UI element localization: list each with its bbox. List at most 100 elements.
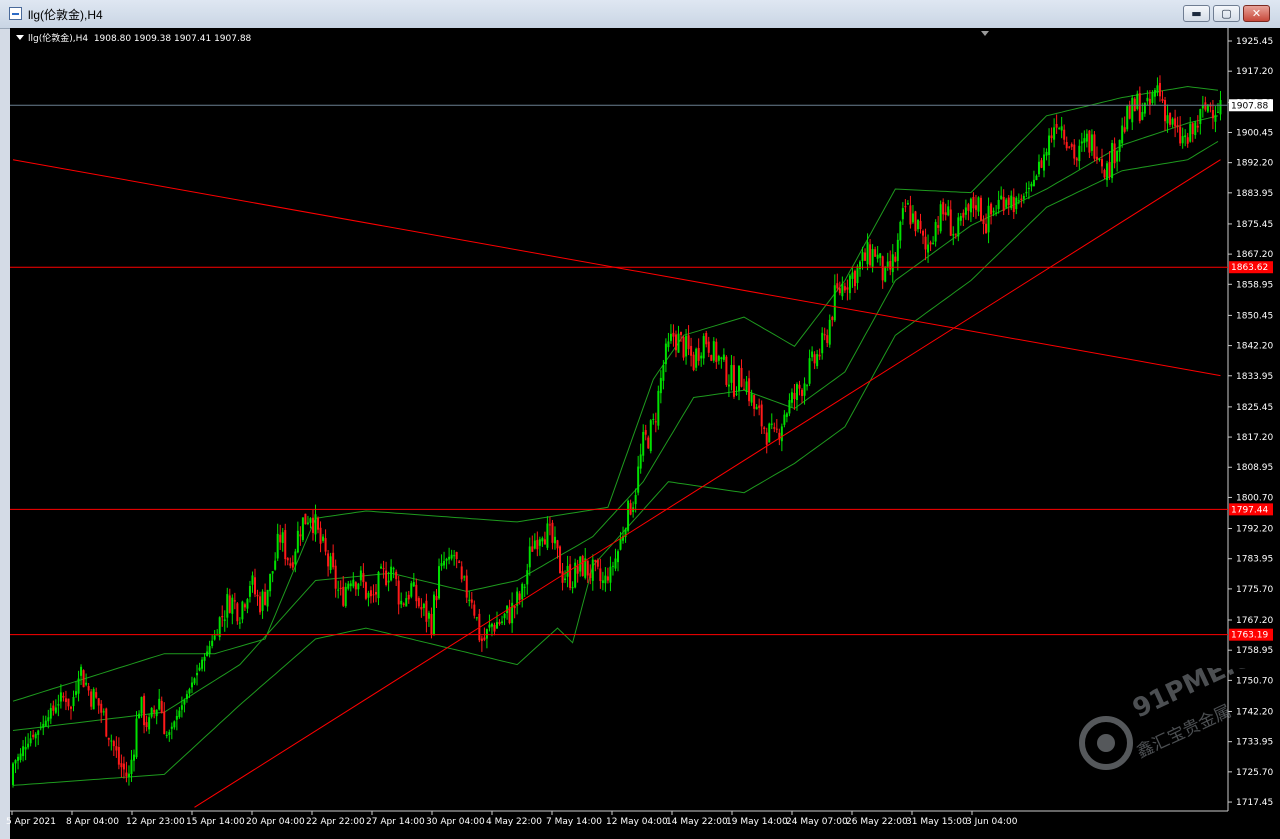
candle-body — [720, 357, 723, 360]
candle-body — [80, 666, 83, 676]
candle-body — [1060, 126, 1063, 131]
candle-body — [823, 334, 826, 336]
candle-body — [1005, 199, 1008, 208]
candle-body — [201, 659, 204, 669]
candle-body — [599, 568, 602, 582]
candle-body — [463, 576, 466, 578]
candle-body — [1216, 111, 1219, 113]
candle-body — [485, 629, 488, 639]
candle-body — [528, 546, 531, 568]
chart-shift-marker — [981, 31, 989, 36]
candle-body — [168, 732, 171, 735]
candle-body — [1088, 130, 1091, 153]
candle-body — [218, 617, 221, 638]
candle-body — [133, 754, 135, 761]
candle-body — [158, 698, 161, 710]
y-tick-label: 1817.20 — [1236, 433, 1273, 443]
candle-body — [677, 333, 680, 353]
x-tick-label: 30 Apr 04:00 — [426, 817, 485, 827]
candle-body — [453, 555, 456, 557]
candle-body — [1138, 93, 1141, 122]
candle-body — [657, 390, 660, 426]
candle-body — [112, 741, 115, 747]
x-tick-label: 15 Apr 14:00 — [186, 817, 245, 827]
candle-body — [601, 580, 604, 583]
candle-body — [266, 589, 269, 607]
candle-body — [228, 595, 231, 613]
candle-body — [299, 534, 302, 537]
candle-body — [241, 601, 244, 620]
y-tick-label: 1792.20 — [1236, 525, 1273, 535]
candle-body — [1095, 156, 1098, 160]
candle-body — [1199, 109, 1202, 124]
candle-body — [1032, 179, 1035, 187]
x-tick-label: 3 Jun 04:00 — [966, 817, 1018, 827]
candle-body — [518, 593, 521, 600]
candle-body — [642, 431, 645, 456]
candle-body — [1111, 143, 1114, 179]
candle-body — [536, 539, 539, 550]
candle-body — [27, 743, 30, 748]
candle-body — [1075, 158, 1078, 161]
y-tick-label: 1758.95 — [1236, 646, 1273, 656]
candle-body — [1153, 90, 1156, 97]
candle-body — [569, 564, 572, 588]
candle-body — [1171, 118, 1174, 125]
candle-body — [710, 355, 713, 361]
candle-body — [738, 365, 740, 391]
candle-body — [107, 737, 110, 740]
candle-body — [637, 466, 640, 493]
candle-body — [19, 753, 22, 760]
candle-body — [773, 427, 776, 429]
candle-body — [513, 606, 516, 609]
candle-body — [412, 582, 415, 587]
candle-body — [274, 560, 277, 570]
candle-body — [327, 553, 330, 567]
candle-body — [763, 427, 766, 430]
candle-body — [969, 198, 972, 213]
candle-body — [987, 205, 990, 233]
watermark: 91PME.COM 鑫汇宝贵金属 — [1079, 668, 1268, 770]
candle-body — [571, 587, 574, 589]
candle-body — [102, 711, 105, 713]
candle-body — [402, 603, 405, 605]
candle-body — [551, 522, 554, 543]
candle-body — [148, 717, 151, 730]
x-tick-label: 12 Apr 23:00 — [126, 817, 185, 827]
candle-body — [1012, 197, 1015, 213]
candle-body — [911, 213, 914, 223]
candle-body — [972, 196, 975, 209]
candle-body — [604, 575, 607, 584]
candle-body — [949, 209, 952, 236]
candle-body — [564, 578, 567, 581]
candle-body — [581, 555, 584, 576]
candle-body — [1141, 112, 1144, 120]
symbol-label: llg(伦敦金),H4 — [28, 34, 89, 44]
candle-body — [548, 524, 551, 526]
dropdown-triangle-icon[interactable] — [16, 35, 24, 40]
candle-body — [1055, 124, 1058, 128]
candle-body — [927, 244, 930, 253]
candle-body — [576, 566, 579, 574]
candle-body — [1189, 123, 1192, 142]
candle-body — [798, 384, 801, 389]
candle-body — [614, 558, 617, 569]
candle-body — [127, 773, 130, 777]
candle-body — [289, 563, 292, 566]
candle-body — [72, 697, 75, 707]
candle-body — [916, 219, 919, 230]
candle-body — [1108, 161, 1111, 177]
candle-body — [929, 242, 932, 245]
candle-body — [294, 551, 297, 565]
candle-body — [475, 617, 478, 619]
candle-body — [596, 559, 599, 567]
candle-body — [922, 230, 925, 236]
candle-body — [135, 718, 138, 758]
candle-body — [105, 708, 108, 737]
candle-body — [848, 275, 851, 294]
candle-body — [1103, 170, 1106, 178]
candle-body — [1045, 151, 1048, 156]
candle-body — [410, 583, 413, 597]
candle-body — [221, 615, 224, 618]
candle-body — [695, 348, 698, 368]
